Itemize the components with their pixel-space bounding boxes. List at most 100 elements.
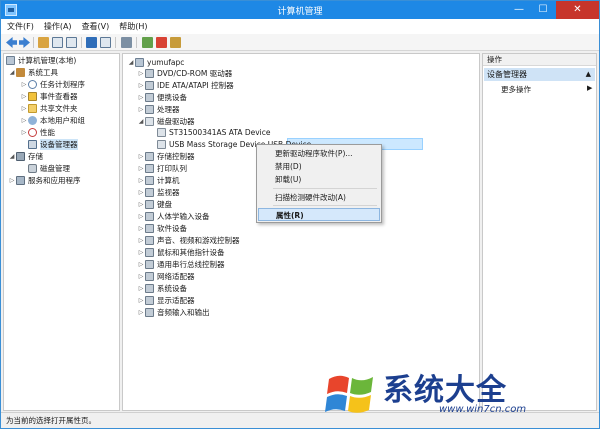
forward-icon[interactable] [19, 37, 30, 48]
expand-arrow-icon[interactable]: ▷ [137, 94, 145, 101]
tree-system-tools[interactable]: ◢ 系统工具 [8, 66, 58, 78]
expand-arrow-icon[interactable]: ▷ [20, 81, 28, 88]
expand-arrow-icon[interactable]: ▷ [137, 297, 145, 304]
help-icon[interactable] [86, 37, 97, 48]
device-category[interactable]: ▷ 键盘 [137, 198, 172, 210]
menu-action[interactable]: 操作(A) [44, 21, 72, 32]
menu-update-driver[interactable]: 更新驱动程序软件(P)... [258, 147, 380, 160]
disable-device-icon[interactable] [170, 37, 181, 48]
device-category[interactable]: ▷ 系统设备 [137, 282, 187, 294]
expand-arrow-icon[interactable]: ▷ [137, 309, 145, 316]
expand-arrow-icon[interactable]: ▷ [20, 117, 28, 124]
tree-shared-folders[interactable]: ▷ 共享文件夹 [20, 102, 78, 114]
tree-root[interactable]: 计算机管理(本地) [6, 54, 76, 66]
device-category[interactable]: ▷ 人体学输入设备 [137, 210, 210, 222]
device-item[interactable]: ST31500341AS ATA Device [157, 126, 271, 138]
expand-arrow-icon[interactable]: ▷ [137, 237, 145, 244]
submenu-arrow-icon[interactable]: ▶ [587, 84, 592, 92]
collapse-arrow-icon[interactable]: ◢ [127, 59, 135, 66]
tree-disk-management[interactable]: 磁盘管理 [28, 162, 70, 174]
tree-services-apps[interactable]: ▷ 服务和应用程序 [8, 174, 81, 186]
console-icon[interactable] [100, 37, 111, 48]
up-folder-icon[interactable] [38, 37, 49, 48]
device-category[interactable]: ▷ 网络适配器 [137, 270, 195, 282]
device-category[interactable]: ▷ 监视器 [137, 186, 180, 198]
menu-disable[interactable]: 禁用(D) [258, 160, 380, 173]
context-menu: 更新驱动程序软件(P)... 禁用(D) 卸载(U) 扫描检测硬件改动(A) 属… [256, 144, 382, 223]
expand-arrow-icon[interactable]: ▷ [20, 105, 28, 112]
expand-arrow-icon[interactable]: ▷ [8, 177, 16, 184]
expand-arrow-icon[interactable]: ▷ [20, 129, 28, 136]
hid-icon [145, 211, 154, 221]
network-adapter-icon [145, 271, 154, 281]
scan-hardware-icon[interactable] [121, 37, 132, 48]
minimize-button[interactable]: — [507, 1, 531, 19]
close-button[interactable]: ✕ [556, 1, 599, 19]
more-actions[interactable]: 更多操作 [501, 84, 531, 95]
properties-pane-icon[interactable] [66, 37, 77, 48]
back-icon[interactable] [6, 37, 17, 48]
collapse-arrow-icon[interactable]: ◢ [8, 153, 16, 160]
device-category[interactable]: ▷ 软件设备 [137, 222, 187, 234]
clock-icon [28, 79, 37, 89]
menu-scan-hardware[interactable]: 扫描检测硬件改动(A) [258, 191, 380, 204]
device-category[interactable]: ▷ 打印队列 [137, 162, 187, 174]
tree-local-users[interactable]: ▷ 本地用户和组 [20, 114, 85, 126]
uninstall-icon[interactable] [156, 37, 167, 48]
disk-drive-icon [157, 127, 166, 137]
show-hide-tree-icon[interactable] [52, 37, 63, 48]
collapse-arrow-icon[interactable]: ◢ [137, 118, 145, 125]
menu-help[interactable]: 帮助(H) [119, 21, 147, 32]
tree-storage[interactable]: ◢ 存储 [8, 150, 43, 162]
menu-bar: 文件(F) 操作(A) 查看(V) 帮助(H) [1, 19, 599, 34]
expand-arrow-icon[interactable]: ▷ [137, 201, 145, 208]
device-category[interactable]: ▷ 存储控制器 [137, 150, 195, 162]
device-category[interactable]: ▷ 便携设备 [137, 91, 187, 103]
tree-device-manager[interactable]: 设备管理器 [20, 138, 78, 150]
menu-properties[interactable]: 属性(R) [258, 208, 380, 221]
tree-task-scheduler[interactable]: ▷ 任务计划程序 [20, 78, 85, 90]
expand-arrow-icon[interactable]: ▷ [137, 106, 145, 113]
device-category[interactable]: ▷ 显示适配器 [137, 294, 195, 306]
menu-uninstall[interactable]: 卸载(U) [258, 173, 380, 186]
device-category[interactable]: ▷ 处理器 [137, 103, 180, 115]
device-category[interactable]: ▷ 鼠标和其他指针设备 [137, 246, 225, 258]
watermark: 系统大全 www.win7cn.com [321, 363, 593, 425]
device-category[interactable]: ▷ 计算机 [137, 174, 180, 186]
watermark-text: 系统大全 [383, 373, 507, 408]
expand-arrow-icon[interactable]: ▷ [137, 249, 145, 256]
expand-arrow-icon[interactable]: ▷ [137, 273, 145, 280]
dvd-drive-icon [145, 68, 154, 78]
device-category[interactable]: ▷ 声音、视频和游戏控制器 [137, 234, 240, 246]
processor-icon [145, 104, 154, 114]
tree-performance[interactable]: ▷ 性能 [20, 126, 55, 138]
device-category[interactable]: ▷ 通用串行总线控制器 [137, 258, 225, 270]
computer-icon [135, 57, 144, 67]
portable-device-icon [145, 92, 154, 102]
expand-arrow-icon[interactable]: ▷ [137, 70, 145, 77]
expand-arrow-icon[interactable]: ▷ [137, 177, 145, 184]
expand-arrow-icon[interactable]: ▷ [137, 285, 145, 292]
toolbar-separator [81, 37, 82, 48]
maximize-button[interactable]: ☐ [531, 1, 555, 19]
update-driver-icon[interactable] [142, 37, 153, 48]
device-category[interactable]: ▷ IDE ATA/ATAPI 控制器 [137, 79, 234, 91]
expand-arrow-icon[interactable]: ▷ [137, 261, 145, 268]
device-manager-icon [28, 139, 37, 149]
collapse-arrow-icon[interactable]: ▲ [586, 68, 591, 81]
menu-file[interactable]: 文件(F) [7, 21, 34, 32]
expand-arrow-icon[interactable]: ▷ [20, 93, 28, 100]
device-category[interactable]: ▷ DVD/CD-ROM 驱动器 [137, 67, 232, 79]
expand-arrow-icon[interactable]: ▷ [137, 165, 145, 172]
expand-arrow-icon[interactable]: ▷ [137, 189, 145, 196]
tree-event-viewer[interactable]: ▷ 事件查看器 [20, 90, 78, 102]
expand-arrow-icon[interactable]: ▷ [137, 153, 145, 160]
expand-arrow-icon[interactable]: ▷ [137, 213, 145, 220]
menu-view[interactable]: 查看(V) [82, 21, 110, 32]
expand-arrow-icon[interactable]: ▷ [137, 82, 145, 89]
device-category[interactable]: ▷ 音频输入和输出 [137, 306, 210, 318]
actions-group-device-manager[interactable]: 设备管理器 ▲ [484, 68, 595, 81]
expand-arrow-icon[interactable]: ▷ [137, 225, 145, 232]
computer-management-window: 计算机管理 — ☐ ✕ 文件(F) 操作(A) 查看(V) 帮助(H) 计算机管… [0, 0, 600, 429]
collapse-arrow-icon[interactable]: ◢ [8, 69, 16, 76]
